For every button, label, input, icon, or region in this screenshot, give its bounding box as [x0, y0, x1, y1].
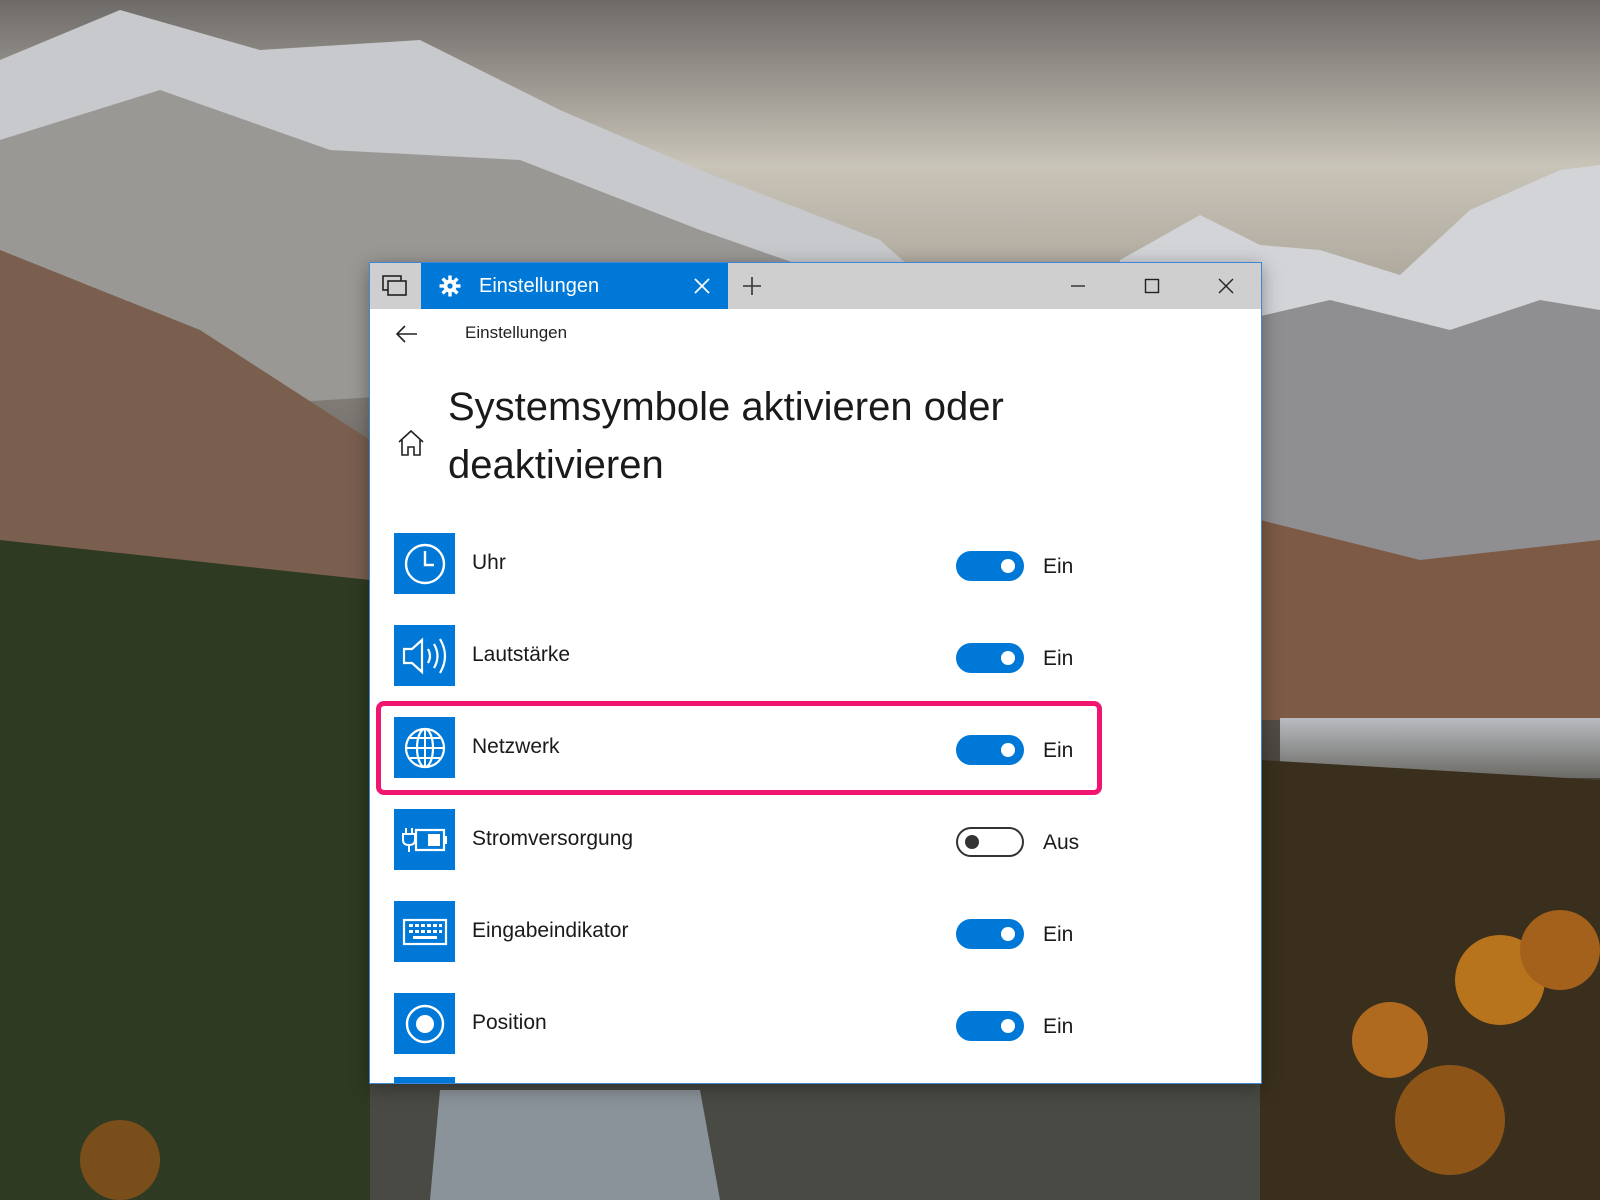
- breadcrumb: Einstellungen: [465, 323, 568, 342]
- volume-icon: [394, 625, 455, 686]
- toggle-knob: [1001, 1019, 1015, 1033]
- setting-row-position: Position Ein: [394, 993, 1154, 1054]
- keyboard-icon: [394, 901, 455, 962]
- minimize-icon: [1071, 285, 1085, 287]
- setting-row-eingabeindikator: Eingabeindikator Ein: [394, 901, 1154, 962]
- battery-plug-icon: [394, 809, 455, 870]
- tab-switcher-icon[interactable]: [370, 263, 420, 309]
- close-button[interactable]: [1189, 263, 1261, 309]
- toggle-knob: [1001, 743, 1015, 757]
- globe-icon: [394, 717, 455, 778]
- setting-row-uhr: Uhr Ein: [394, 533, 1154, 594]
- toggle-knob: [1001, 927, 1015, 941]
- toggle-switch-uhr[interactable]: [956, 551, 1024, 581]
- toggle-knob: [1001, 559, 1015, 573]
- settings-list: Uhr Ein Lautstärke Ein Netzwerk Ein Stro…: [394, 533, 1154, 1083]
- toggle-state: Ein: [1043, 555, 1074, 578]
- setting-row-stromversorgung: Stromversorgung Aus: [394, 809, 1154, 870]
- setting-row-lautstaerke: Lautstärke Ein: [394, 625, 1154, 686]
- toggle-state: Aus: [1043, 831, 1080, 854]
- toggle-state: Ein: [1043, 923, 1074, 946]
- toggle-switch-netzwerk[interactable]: [956, 735, 1024, 765]
- home-icon[interactable]: [394, 426, 428, 460]
- close-icon: [1218, 278, 1234, 294]
- maximize-button[interactable]: [1115, 263, 1189, 309]
- toggle-state: Ein: [1043, 739, 1074, 762]
- toggle-switch-stromversorgung[interactable]: [956, 827, 1024, 857]
- setting-label: Netzwerk: [472, 735, 560, 758]
- setting-label: Uhr: [472, 551, 506, 574]
- gear-icon: [439, 275, 461, 297]
- plus-icon[interactable]: [740, 274, 764, 298]
- setting-label: Stromversorgung: [472, 827, 634, 850]
- back-arrow-icon: [396, 325, 417, 343]
- toggle-switch-position[interactable]: [956, 1011, 1024, 1041]
- partial-next-row-icon: [394, 1077, 455, 1083]
- setting-label: Position: [472, 1011, 547, 1034]
- toggle-switch-lautstaerke[interactable]: [956, 643, 1024, 673]
- settings-window: Einstellungen Einstellungen Systemsymbol…: [369, 262, 1262, 1084]
- tab-title: Einstellungen: [479, 274, 600, 297]
- toggle-state: Ein: [1043, 1015, 1074, 1038]
- toggle-knob: [1001, 651, 1015, 665]
- back-button[interactable]: [392, 319, 422, 349]
- setting-label: Lautstärke: [472, 643, 571, 666]
- page-title: Systemsymbole aktivieren oder deaktivier…: [448, 385, 1004, 487]
- toggle-switch-eingabeindikator[interactable]: [956, 919, 1024, 949]
- maximize-icon: [1144, 278, 1160, 294]
- title-bar: Einstellungen: [370, 263, 1261, 309]
- setting-label: Eingabeindikator: [472, 919, 629, 942]
- minimize-button[interactable]: [1041, 263, 1115, 309]
- setting-row-netzwerk: Netzwerk Ein: [394, 717, 1154, 778]
- clock-icon: [394, 533, 455, 594]
- location-icon: [394, 993, 455, 1054]
- toggle-state: Ein: [1043, 647, 1074, 670]
- toggle-knob: [965, 835, 979, 849]
- close-icon[interactable]: [690, 274, 714, 298]
- tab-einstellungen[interactable]: Einstellungen: [421, 263, 728, 309]
